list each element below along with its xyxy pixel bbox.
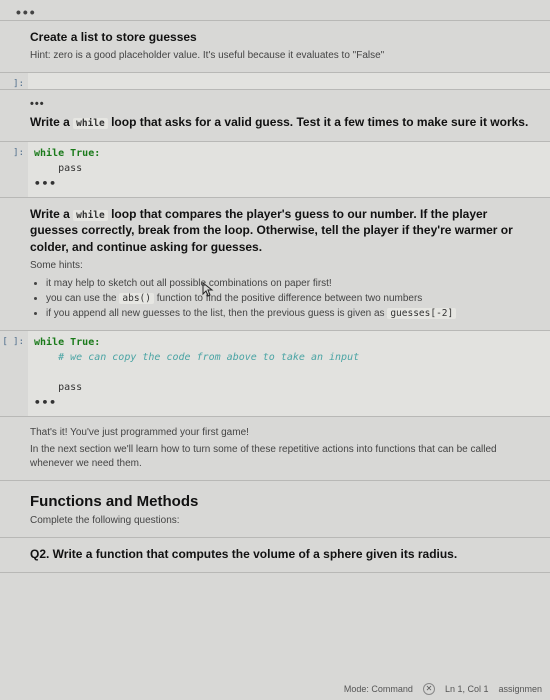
thats-it-text: That's it! You've just programmed your f… (30, 426, 536, 440)
markdown-cell-valid-guess[interactable]: ••• Write a while loop that asks for a v… (0, 89, 550, 142)
code-cell-empty-1[interactable]: ]: (0, 72, 550, 90)
ellipsis-icon: ••• (34, 394, 57, 411)
prompt-label: ]: (0, 73, 28, 89)
section-subtitle: Complete the following questions: (30, 514, 536, 528)
status-file: assignmen (498, 684, 542, 694)
status-bar: Mode: Command ✕ Ln 1, Col 1 assignmen (336, 678, 550, 700)
question-q2: Q2. Write a function that computes the v… (30, 546, 536, 562)
code-cell-while-1[interactable]: ]: while True: pass ••• (0, 141, 550, 198)
heading-create-list: Create a list to store guesses (30, 29, 536, 45)
status-mode: Mode: Command (344, 684, 413, 694)
markdown-cell-create-list[interactable]: Create a list to store guesses Hint: zer… (0, 20, 550, 73)
ellipsis-icon: ••• (34, 175, 57, 192)
prompt-label: ]: (0, 142, 28, 197)
markdown-cell-compare[interactable]: Write a while loop that compares the pla… (0, 197, 550, 332)
markdown-cell-q2[interactable]: Q2. Write a function that computes the v… (0, 537, 550, 573)
heading-compare: Write a while loop that compares the pla… (30, 206, 536, 255)
top-dots: ••• (0, 0, 550, 20)
markdown-cell-thatsit[interactable]: That's it! You've just programmed your f… (0, 416, 550, 481)
notebook: ••• Create a list to store guesses Hint:… (0, 0, 550, 602)
ellipsis-icon: ••• (30, 96, 536, 112)
code-cell-while-2[interactable]: [ ]: while True: # we can copy the code … (0, 330, 550, 417)
heading-valid-guess: Write a while loop that asks for a valid… (30, 114, 536, 131)
markdown-cell-functions[interactable]: Functions and Methods Complete the follo… (0, 480, 550, 538)
hints-label: Some hints: (30, 259, 536, 273)
next-section-text: In the next section we'll learn how to t… (30, 443, 536, 471)
status-position: Ln 1, Col 1 (445, 684, 489, 694)
hints-list: it may help to sketch out all possible c… (46, 276, 536, 322)
hint-text: Hint: zero is a good placeholder value. … (30, 49, 536, 63)
close-icon[interactable]: ✕ (423, 683, 435, 695)
section-title-functions: Functions and Methods (30, 493, 536, 510)
prompt-label: [ ]: (0, 331, 28, 416)
